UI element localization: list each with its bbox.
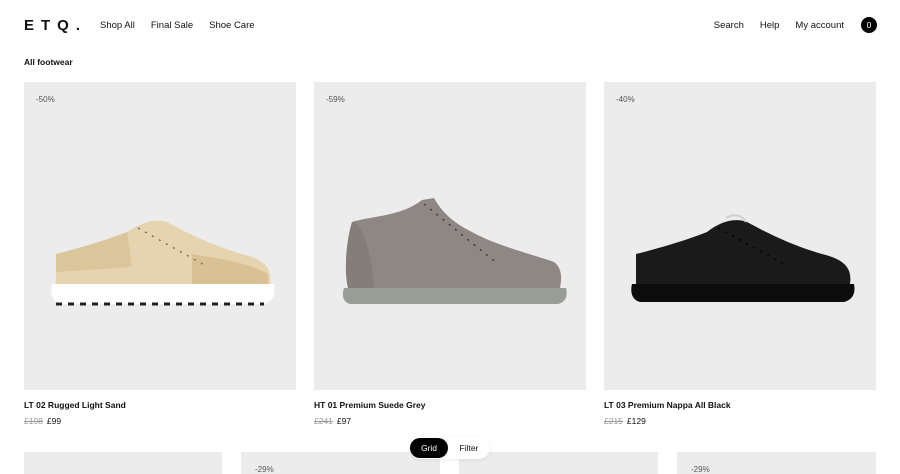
product-card[interactable]: -29%: [241, 452, 440, 474]
utility-nav: Search Help My account: [714, 20, 844, 31]
product-card[interactable]: [459, 452, 658, 474]
discount-badge: -50%: [36, 95, 55, 104]
sale-price: £129: [626, 416, 646, 426]
sneaker-low-icon: [631, 214, 855, 302]
product-card[interactable]: [24, 452, 222, 474]
nav-help[interactable]: Help: [760, 20, 780, 31]
primary-nav: Shop All Final Sale Shoe Care: [100, 20, 255, 31]
original-price: £215: [604, 416, 623, 426]
view-toggle: Grid Filter: [410, 437, 490, 459]
original-price: £241: [314, 416, 333, 426]
product-card[interactable]: -59% HT 01 Premium Suede Grey £241 £97: [314, 82, 586, 426]
discount-badge: -40%: [616, 95, 635, 104]
site-header: ETQ. Shop All Final Sale Shoe Care Searc…: [0, 0, 900, 52]
nav-my-account[interactable]: My account: [795, 20, 844, 31]
etq-logo[interactable]: ETQ.: [24, 17, 87, 34]
nav-shoe-care[interactable]: Shoe Care: [209, 20, 254, 31]
cart-count-badge[interactable]: 0: [861, 17, 877, 33]
product-name[interactable]: LT 03 Premium Nappa All Black: [604, 400, 876, 410]
nav-final-sale[interactable]: Final Sale: [151, 20, 193, 31]
discount-badge: -29%: [255, 465, 274, 474]
product-card[interactable]: -29%: [677, 452, 876, 474]
product-image[interactable]: -50%: [24, 82, 296, 390]
filter-button[interactable]: Filter: [448, 443, 490, 453]
price-row: £215 £129: [604, 416, 876, 426]
sale-price: £99: [46, 416, 62, 426]
product-name[interactable]: HT 01 Premium Suede Grey: [314, 400, 586, 410]
page-title: All footwear: [24, 57, 73, 67]
original-price: £198: [24, 416, 43, 426]
product-name[interactable]: LT 02 Rugged Light Sand: [24, 400, 296, 410]
sneaker-high-icon: [342, 198, 567, 304]
product-image[interactable]: -59%: [314, 82, 586, 390]
grid-view-button[interactable]: Grid: [410, 438, 448, 458]
sneaker-low-icon: [51, 220, 275, 306]
price-row: £198 £99: [24, 416, 296, 426]
price-row: £241 £97: [314, 416, 586, 426]
product-card[interactable]: -50% LT 02 Rugged Light Sand £198 £99: [24, 82, 296, 426]
nav-search[interactable]: Search: [714, 20, 744, 31]
discount-badge: -29%: [691, 465, 710, 474]
discount-badge: -59%: [326, 95, 345, 104]
sale-price: £97: [336, 416, 352, 426]
nav-shop-all[interactable]: Shop All: [100, 20, 135, 31]
product-card[interactable]: -40% LT 03 Premium Nappa All Black £215 …: [604, 82, 876, 426]
product-image[interactable]: -40%: [604, 82, 876, 390]
